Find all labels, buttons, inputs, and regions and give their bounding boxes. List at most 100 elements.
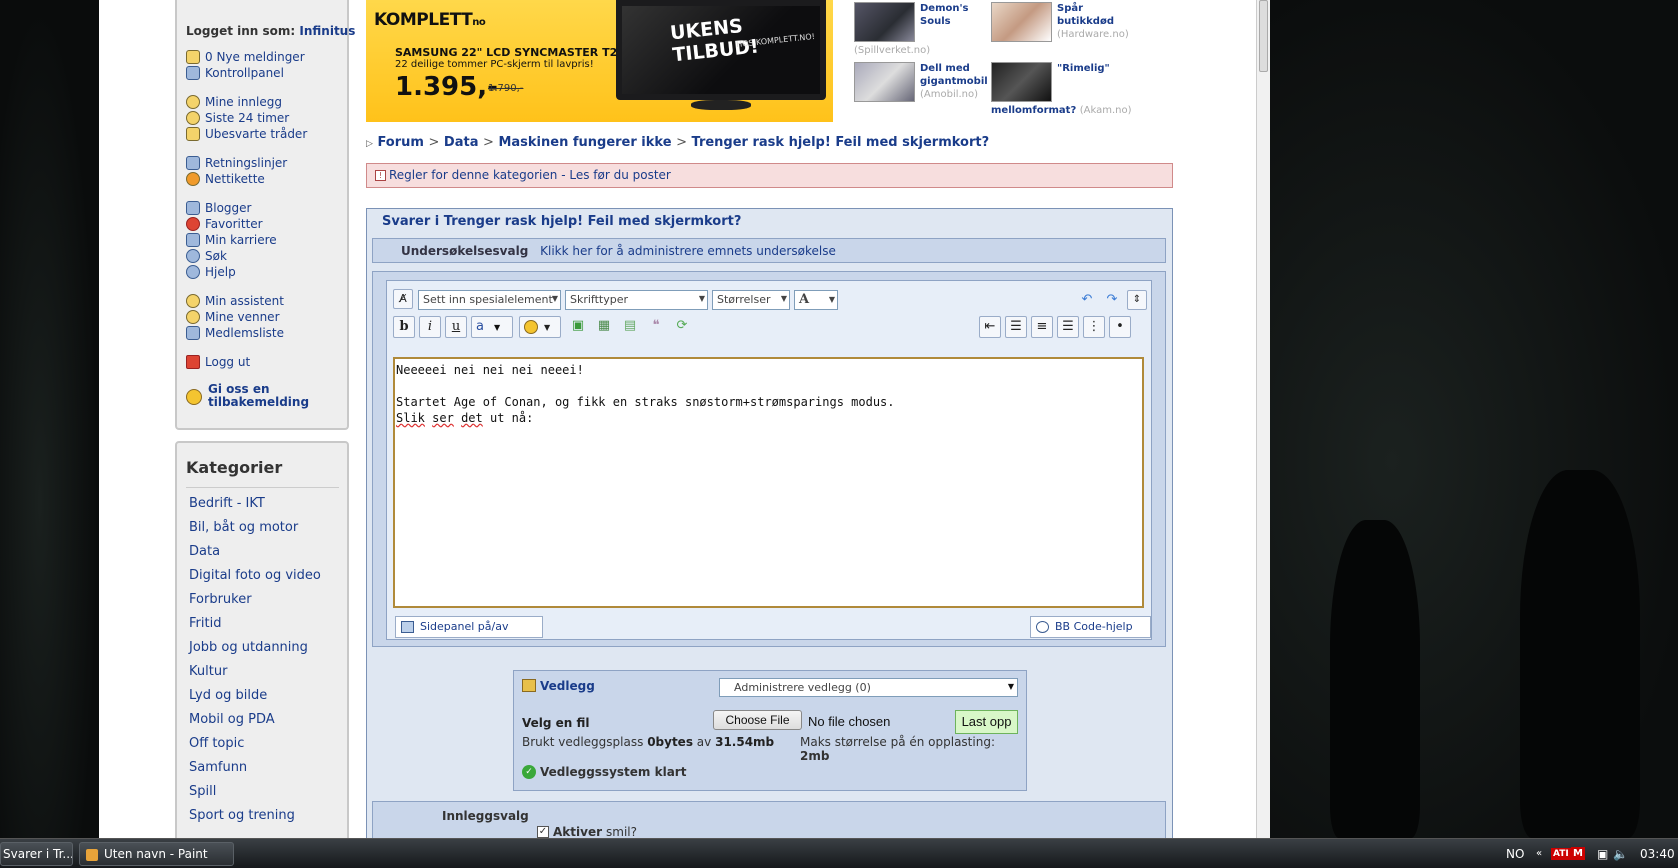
- news-thumbnail[interactable]: [854, 2, 915, 42]
- category-link[interactable]: Mobil og PDA: [189, 712, 275, 727]
- news-thumbnail[interactable]: [854, 62, 915, 102]
- category-link[interactable]: Forbruker: [189, 592, 252, 607]
- news-item[interactable]: Demon's Souls: [920, 2, 969, 28]
- align-center-icon[interactable]: ≡: [1031, 316, 1053, 338]
- insert-link-icon[interactable]: ▣: [567, 316, 589, 338]
- text-color-select[interactable]: A ▼: [794, 290, 838, 310]
- reply-form: Svarer i Trenger rask hjelp! Feil med sk…: [366, 208, 1173, 838]
- underline-button[interactable]: u: [445, 316, 467, 338]
- breadcrumb-thread[interactable]: Trenger rask hjelp! Feil med skjermkort?: [692, 135, 990, 150]
- choose-file-button[interactable]: Choose File: [713, 710, 802, 730]
- news-thumbnail[interactable]: [991, 62, 1052, 102]
- enable-smilies-option[interactable]: ✓ Aktiver smil?: [537, 825, 637, 838]
- breadcrumb: ▷ Forum > Data > Maskinen fungerer ikke …: [366, 135, 989, 150]
- bold-button[interactable]: b: [393, 316, 415, 338]
- manage-attachments-select[interactable]: Administrere vedlegg (0) ▼: [719, 678, 1018, 697]
- undo-icon[interactable]: ↶: [1077, 290, 1097, 310]
- news-thumbnail[interactable]: [991, 2, 1052, 42]
- text-style-dropdown[interactable]: a ▼: [471, 316, 513, 338]
- italic-button[interactable]: i: [419, 316, 441, 338]
- code-icon[interactable]: ⟳: [671, 316, 693, 338]
- news-item[interactable]: Spår butikkdød (Hardware.no): [1057, 2, 1129, 41]
- sidebar-item-logout[interactable]: Logg ut: [186, 354, 250, 370]
- bulleted-list-icon[interactable]: •: [1109, 316, 1131, 338]
- category-link[interactable]: Off topic: [189, 736, 244, 751]
- heart-icon: [186, 217, 200, 231]
- align-left-icon[interactable]: ☰: [1005, 316, 1027, 338]
- sidebar-item-blogs[interactable]: Blogger: [186, 200, 251, 216]
- rules-link[interactable]: Regler for denne kategorien - Les før du…: [389, 168, 671, 182]
- sidebar-item-career[interactable]: Min karriere: [186, 232, 277, 248]
- triangle-icon: ▷: [366, 139, 373, 149]
- sidebar-item-search[interactable]: Søk: [186, 248, 227, 264]
- remove-format-icon[interactable]: A̸: [393, 289, 413, 309]
- mcafee-icon[interactable]: M: [1571, 839, 1585, 868]
- taskbar-item-paint[interactable]: Uten navn - Paint: [79, 842, 234, 866]
- news-item-cont[interactable]: mellomformat? (Akam.no): [991, 104, 1132, 117]
- sidebar-item-friends[interactable]: Mine venner: [186, 309, 280, 325]
- scrollbar-thumb[interactable]: [1259, 0, 1268, 72]
- sidebar-item-unanswered[interactable]: Ubesvarte tråder: [186, 126, 307, 142]
- resize-editor-icon[interactable]: ⇕: [1127, 290, 1147, 310]
- breadcrumb-subforum[interactable]: Maskinen fungerer ikke: [498, 135, 671, 150]
- category-link[interactable]: Bil, båt og motor: [189, 520, 298, 535]
- font-select[interactable]: Skrifttyper ▼: [565, 290, 708, 310]
- insert-image-icon[interactable]: ▦: [593, 316, 615, 338]
- redo-icon[interactable]: ↷: [1102, 290, 1122, 310]
- tray-chevron-icon[interactable]: «: [1536, 839, 1542, 868]
- language-indicator[interactable]: NO: [1506, 839, 1524, 868]
- page-scrollbar[interactable]: [1256, 0, 1270, 838]
- sidebar-item-assistant[interactable]: Min assistent: [186, 293, 284, 309]
- category-link[interactable]: Samfunn: [189, 760, 247, 775]
- news-item[interactable]: "Rimelig": [1057, 62, 1110, 75]
- network-icon[interactable]: ▣: [1597, 839, 1608, 868]
- category-link[interactable]: Fritid: [189, 616, 221, 631]
- sidebar-item-control-panel[interactable]: Kontrollpanel: [186, 65, 284, 81]
- category-link[interactable]: Bedrift - IKT: [189, 496, 265, 511]
- news-item[interactable]: Dell med gigantmobil (Amobil.no): [920, 62, 988, 101]
- poll-link[interactable]: Klikk her for å administrere emnets unde…: [540, 244, 836, 258]
- category-link[interactable]: Data: [189, 544, 220, 559]
- smilies-checkbox[interactable]: ✓: [537, 826, 549, 838]
- sidebar-item-last-24h[interactable]: Siste 24 timer: [186, 110, 289, 126]
- quote-icon[interactable]: ❝: [645, 316, 667, 338]
- reply-title: Svarer i Trenger rask hjelp! Feil med sk…: [382, 214, 742, 229]
- category-link[interactable]: Kultur: [189, 664, 227, 679]
- sidebar-item-guidelines[interactable]: Retningslinjer: [186, 155, 287, 171]
- category-link[interactable]: Sport og trening: [189, 808, 295, 823]
- logout-icon: [186, 355, 200, 369]
- message-textarea[interactable]: Neeeeei nei nei nei neeei! Startet Age o…: [393, 357, 1144, 608]
- upload-button[interactable]: Last opp: [955, 710, 1018, 734]
- smiley-dropdown[interactable]: ▼: [519, 316, 561, 338]
- volume-icon[interactable]: 🔈: [1613, 839, 1628, 868]
- clock[interactable]: 03:40: [1640, 839, 1675, 868]
- ati-icon[interactable]: ATI: [1551, 839, 1571, 868]
- size-select[interactable]: Størrelser ▼: [712, 290, 790, 310]
- category-link[interactable]: Lyd og bilde: [189, 688, 267, 703]
- sidebar-item-my-posts[interactable]: Mine innlegg: [186, 94, 282, 110]
- side-panel-toggle[interactable]: Sidepanel på/av: [395, 616, 543, 638]
- category-link[interactable]: Jobb og utdanning: [189, 640, 308, 655]
- breadcrumb-data[interactable]: Data: [444, 135, 479, 150]
- align-right-icon[interactable]: ☰: [1057, 316, 1079, 338]
- bbcode-help-button[interactable]: BB Code-hjelp: [1030, 616, 1151, 638]
- category-link[interactable]: Spill: [189, 784, 216, 799]
- sidebar-item-favorites[interactable]: Favoritter: [186, 216, 263, 232]
- username-link[interactable]: Infinitus: [299, 24, 355, 38]
- breadcrumb-forum[interactable]: Forum: [377, 135, 424, 150]
- outdent-icon[interactable]: ⇤: [979, 316, 1001, 338]
- feedback-link[interactable]: Gi oss en tilbakemelding: [186, 383, 309, 409]
- numbered-list-icon[interactable]: ⋮: [1083, 316, 1105, 338]
- category-link[interactable]: Digital foto og video: [189, 568, 321, 583]
- news-source: (Spillverket.no): [854, 45, 931, 56]
- advertisement-banner[interactable]: KOMPLETTno SAMSUNG 22" LCD SYNCMASTER T2…: [366, 0, 833, 122]
- sidebar-item-netiquette[interactable]: Nettikette: [186, 171, 265, 187]
- rules-notice[interactable]: ! Regler for denne kategorien - Les før …: [366, 163, 1173, 188]
- sidebar-item-messages[interactable]: 0 Nye meldinger: [186, 49, 305, 65]
- tree-silhouette: [1330, 520, 1420, 838]
- sidebar-item-members[interactable]: Medlemsliste: [186, 325, 284, 341]
- sidebar-item-help[interactable]: Hjelp: [186, 264, 236, 280]
- taskbar-item-browser[interactable]: Svarer i Tr...: [0, 842, 73, 866]
- special-element-select[interactable]: Sett inn spesialelement ▼: [418, 290, 561, 310]
- insert-video-icon[interactable]: ▤: [619, 316, 641, 338]
